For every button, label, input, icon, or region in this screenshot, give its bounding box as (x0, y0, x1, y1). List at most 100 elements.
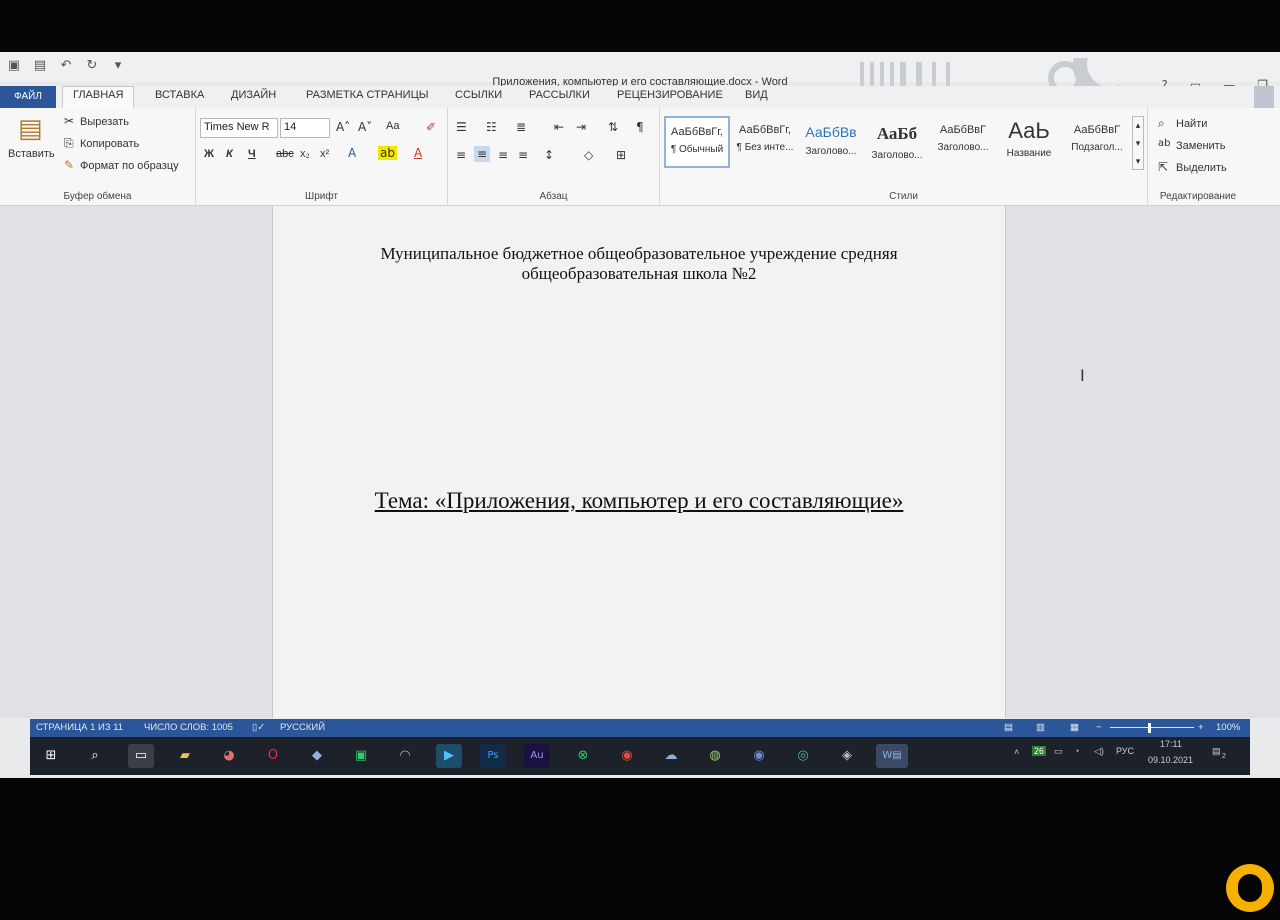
start-icon[interactable]: ⊞ (38, 744, 64, 768)
shrink-font-icon[interactable]: A˅ (358, 120, 372, 134)
app-icon-6[interactable]: ◈ (834, 744, 860, 768)
clear-formatting-icon[interactable]: ✐ (426, 120, 436, 134)
align-left-icon[interactable]: ≡ (456, 148, 466, 162)
qat-customize-icon[interactable]: ▾ (110, 58, 126, 74)
subscript-button[interactable]: x₂ (300, 148, 310, 160)
tab-mailings[interactable]: РАССЫЛКИ (529, 89, 590, 101)
tray-weather[interactable]: 26 (1032, 746, 1047, 756)
multilevel-list-icon[interactable]: ≣ (516, 120, 526, 134)
bullets-icon[interactable]: ☰ (456, 120, 467, 134)
tab-design[interactable]: ДИЗАЙН (231, 89, 276, 101)
zoom-out-icon[interactable]: − (1096, 722, 1102, 733)
format-painter-button[interactable]: Формат по образцу (80, 160, 179, 172)
tab-view[interactable]: ВИД (745, 89, 768, 101)
borders-icon[interactable]: ⊞ (616, 148, 626, 162)
numbering-icon[interactable]: ☷ (486, 120, 497, 134)
app-icon-1[interactable]: ◕ (216, 744, 242, 768)
style-heading-1[interactable]: АаБбВв Заголово... (798, 116, 864, 168)
bold-button[interactable]: Ж (204, 148, 214, 160)
tab-home[interactable]: ГЛАВНАЯ (62, 86, 135, 108)
audition-icon[interactable]: Au (524, 744, 550, 768)
style-title[interactable]: АаЬ Название (996, 116, 1062, 168)
highlight-icon[interactable]: ab (378, 146, 397, 160)
volume-icon[interactable]: ◁) (1094, 746, 1104, 757)
document-topic[interactable]: Тема: «Приложения, компьютер и его соста… (273, 488, 1005, 514)
input-language[interactable]: РУС (1116, 746, 1134, 756)
steam-icon[interactable]: ☁ (658, 744, 684, 768)
align-center-icon[interactable]: ≡ (474, 146, 491, 162)
style-subtitle[interactable]: АаБбВвГ Подзагол... (1064, 116, 1130, 168)
app-icon-2[interactable]: ◆ (304, 744, 330, 768)
tab-review[interactable]: РЕЦЕНЗИРОВАНИЕ (617, 89, 723, 101)
show-marks-icon[interactable]: ¶ (636, 120, 644, 134)
word-count[interactable]: ЧИСЛО СЛОВ: 1005 (144, 722, 233, 733)
user-avatar-icon[interactable] (1254, 86, 1274, 108)
zoom-in-icon[interactable]: + (1198, 722, 1204, 733)
change-case-button[interactable]: Aa (386, 120, 399, 132)
network-icon[interactable]: ◔ (1074, 746, 1079, 756)
app-icon-3[interactable]: ▣ (348, 744, 374, 768)
decrease-indent-icon[interactable]: ⇤ (554, 120, 564, 134)
paste-button[interactable]: Вставить (8, 148, 55, 160)
shading-icon[interactable]: ◇ (584, 148, 593, 162)
discord-icon[interactable]: ◉ (746, 744, 772, 768)
file-explorer-icon[interactable]: ▰ (172, 744, 198, 768)
language-indicator[interactable]: РУССКИЙ (280, 722, 325, 733)
replace-button[interactable]: Заменить (1176, 140, 1225, 152)
line-spacing-icon[interactable]: ↕ (544, 148, 554, 162)
font-name-select[interactable]: Times New R (200, 118, 278, 138)
document-header[interactable]: Муниципальное бюджетное общеобразователь… (333, 244, 945, 284)
copy-icon[interactable]: ⎘ (64, 136, 74, 151)
browser-icon[interactable]: ◎ (790, 744, 816, 768)
text-effects-icon[interactable]: A (348, 146, 356, 160)
proofing-icon[interactable]: ▯✓ (252, 722, 265, 733)
increase-indent-icon[interactable]: ⇥ (576, 120, 586, 134)
replace-icon[interactable]: ab (1158, 138, 1170, 149)
style-heading-2[interactable]: АаБб Заголово... (864, 116, 930, 168)
cut-icon[interactable]: ✂ (64, 114, 74, 128)
cut-button[interactable]: Вырезать (80, 116, 129, 128)
superscript-button[interactable]: x² (320, 148, 329, 160)
app-icon-4[interactable]: ◠ (392, 744, 418, 768)
zoom-slider-thumb[interactable] (1148, 723, 1151, 733)
zoom-slider[interactable] (1110, 727, 1194, 728)
format-painter-icon[interactable]: ✎ (64, 158, 74, 172)
notifications-icon[interactable]: ▤ (1212, 746, 1221, 757)
select-button[interactable]: Выделить (1176, 162, 1227, 174)
style-heading-3[interactable]: АаБбВвГ Заголово... (930, 116, 996, 168)
search-icon[interactable]: ⌕ (82, 744, 108, 768)
style-no-spacing[interactable]: АаБбВвГг, ¶ Без инте... (732, 116, 798, 168)
align-right-icon[interactable]: ≡ (498, 148, 508, 162)
opera-icon[interactable]: O (260, 744, 286, 768)
clock-date[interactable]: 09.10.2021 (1148, 755, 1193, 765)
recorder-icon[interactable]: ◉ (614, 744, 640, 768)
select-icon[interactable]: ⇱ (1158, 160, 1168, 174)
word-taskbar-icon[interactable]: W▤ (876, 744, 908, 768)
copy-button[interactable]: Копировать (80, 138, 139, 150)
tab-layout[interactable]: РАЗМЕТКА СТРАНИЦЫ (306, 89, 428, 101)
media-icon[interactable]: ▶ (436, 744, 462, 768)
undo-icon[interactable]: ↶ (58, 58, 74, 74)
clock-time[interactable]: 17:11 (1160, 739, 1182, 749)
task-view-icon[interactable]: ▭ (128, 744, 154, 768)
italic-button[interactable]: К (226, 148, 233, 160)
document-area[interactable]: Муниципальное бюджетное общеобразователь… (0, 206, 1280, 718)
redo-icon[interactable]: ↻ (84, 58, 100, 74)
strikethrough-button[interactable]: abc (276, 148, 294, 160)
header-line-2[interactable]: общеобразовательная школа №2 (333, 264, 945, 284)
topic-text[interactable]: Тема: «Приложения, компьютер и его соста… (375, 488, 904, 513)
zoom-level[interactable]: 100% (1216, 722, 1240, 733)
header-line-1[interactable]: Муниципальное бюджетное общеобразователь… (333, 244, 945, 264)
battery-icon[interactable]: ▭ (1054, 746, 1063, 757)
paste-icon[interactable]: ▤ (18, 114, 43, 144)
save-icon[interactable]: ▤ (32, 58, 48, 74)
page-count[interactable]: СТРАНИЦА 1 ИЗ 11 (36, 722, 123, 733)
tab-references[interactable]: ССЫЛКИ (455, 89, 502, 101)
photoshop-icon[interactable]: Ps (480, 744, 506, 768)
find-button[interactable]: Найти (1176, 118, 1207, 130)
style-normal[interactable]: АаБбВвГг, ¶ Обычный (664, 116, 730, 168)
tab-insert[interactable]: ВСТАВКА (155, 89, 204, 101)
read-mode-icon[interactable]: ▤ (1004, 722, 1013, 733)
find-icon[interactable]: ⌕ (1158, 116, 1165, 131)
xbox-icon[interactable]: ⊗ (570, 744, 596, 768)
